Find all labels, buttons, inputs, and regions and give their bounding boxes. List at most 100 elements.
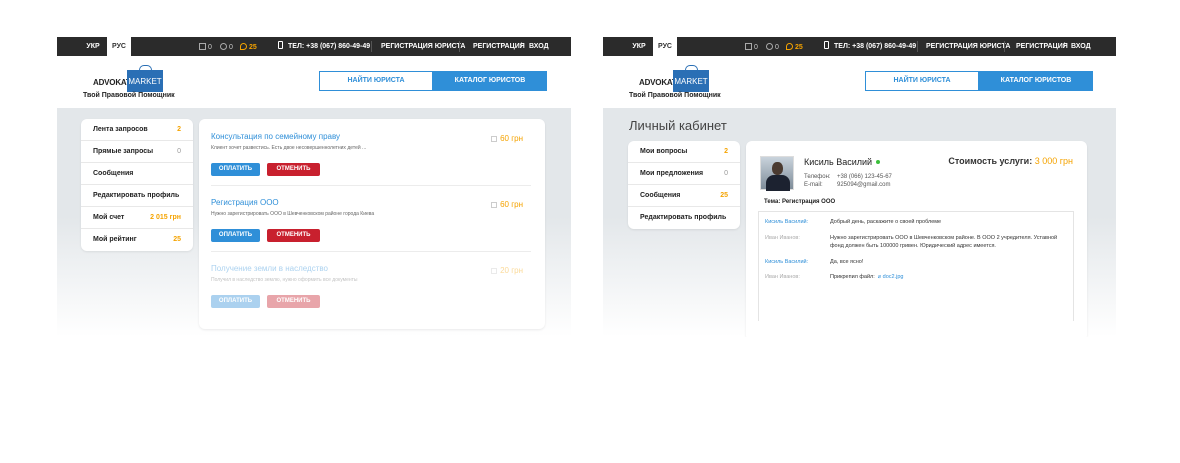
- sidebar-item-edit-profile[interactable]: Редактировать профиль: [81, 185, 193, 207]
- message-text: Добрый день, раскажите о своей проблеме: [830, 219, 942, 225]
- login-link[interactable]: ВХОД: [529, 37, 549, 56]
- sidebar-item-my-account[interactable]: Мой счет 2 015 грн: [81, 207, 193, 229]
- phone-number: ТЕЛ: +38 (067) 860-49-49: [824, 37, 916, 56]
- sidebar-item-messages[interactable]: Сообщения 25: [628, 185, 740, 207]
- screen-personal-cabinet: УКР РУС 0 0 25 ТЕЛ: +38 (067) 860-49-49 …: [603, 37, 1116, 337]
- logo[interactable]: ADVOKAT MARKET Твой Правовой Помощник: [83, 65, 183, 101]
- login-link[interactable]: ВХОД: [1071, 37, 1091, 56]
- site-header: ADVOKAT MARKET Твой Правовой Помощник НА…: [603, 56, 1116, 108]
- requests-panel: Консультация по семейному праву Клиент х…: [199, 119, 545, 329]
- register-link[interactable]: РЕГИСТРАЦИЯ: [1016, 37, 1068, 56]
- avatar[interactable]: [760, 156, 794, 191]
- logo[interactable]: ADVOKAT MARKET Твой Правовой Помощник: [629, 65, 729, 101]
- lawyer-catalog-button[interactable]: КАТАЛОГ ЮРИСТОВ: [433, 71, 547, 91]
- warnings-counter[interactable]: 0: [766, 43, 779, 51]
- find-lawyer-button[interactable]: НАЙТИ ЮРИСТА: [319, 71, 433, 91]
- sidebar-item-my-questions[interactable]: Мои вопросы 2: [628, 141, 740, 163]
- phone-icon: [824, 41, 829, 49]
- message-author: Иван Иванов:: [765, 274, 800, 280]
- request-description: Нужно зарегистрировать ООО в Шевченковск…: [211, 211, 375, 217]
- documents-counter[interactable]: 0: [199, 43, 212, 51]
- phone-number: ТЕЛ: +38 (067) 860-49-49: [278, 37, 370, 56]
- email-value: 925094@gmail.com: [837, 182, 891, 188]
- find-lawyer-button[interactable]: НАЙТИ ЮРИСТА: [865, 71, 979, 91]
- sidebar-item-edit-profile[interactable]: Редактировать профиль: [628, 207, 740, 229]
- logo-tagline: Твой Правовой Помощник: [83, 92, 175, 99]
- divider: [371, 41, 372, 52]
- lawyer-catalog-button[interactable]: КАТАЛОГ ЮРИСТОВ: [979, 71, 1093, 91]
- sidebar-item-requests-feed[interactable]: Лента запросов 2: [81, 119, 193, 141]
- register-link[interactable]: РЕГИСТРАЦИЯ: [473, 37, 525, 56]
- request-title[interactable]: Получение земли в наследство: [211, 264, 531, 273]
- message-author: Кисиль Василий:: [765, 219, 809, 225]
- slash-separator: /: [520, 43, 522, 50]
- site-header: ADVOKAT MARKET Твой Правовой Помощник НА…: [57, 56, 571, 108]
- lang-ukr-link[interactable]: УКР: [82, 37, 104, 56]
- conversation-topic: Тема: Регистрация ООО: [764, 199, 836, 205]
- sidebar-item-direct-requests[interactable]: Прямые запросы 0: [81, 141, 193, 163]
- sidebar-item-my-offers[interactable]: Мои предложения 0: [628, 163, 740, 185]
- message-text: Прикрепил файл:: [830, 274, 875, 280]
- lang-rus-link[interactable]: РУС: [653, 37, 677, 56]
- chat-bubble-icon: [786, 43, 793, 50]
- briefcase-icon: MARKET: [127, 65, 163, 92]
- screen-lawyer-dashboard: УКР РУС 0 0 25 ТЕЛ: +38 (067) 860-49-49 …: [57, 37, 571, 337]
- top-bar: УКР РУС 0 0 25 ТЕЛ: +38 (067) 860-49-49 …: [57, 37, 571, 56]
- divider: [459, 41, 460, 52]
- register-lawyer-link[interactable]: РЕГИСТРАЦИЯ ЮРИСТА: [381, 37, 465, 56]
- cancel-button[interactable]: ОТМЕНИТЬ: [267, 229, 320, 242]
- messages-counter[interactable]: 25: [240, 43, 257, 51]
- register-lawyer-link[interactable]: РЕГИСТРАЦИЯ ЮРИСТА: [926, 37, 1010, 56]
- contact-info: Телефон: +38 (066) 123-45-67 E-mail: 92509…: [804, 174, 892, 188]
- online-status-icon: [876, 160, 881, 164]
- sidebar-menu: Лента запросов 2 Прямые запросы 0 Сообщени…: [81, 119, 193, 251]
- document-icon: [199, 43, 206, 50]
- request-price: 60 грн: [491, 134, 523, 143]
- divider: [1004, 41, 1005, 52]
- wallet-icon: [491, 136, 498, 142]
- request-description: Получил в наследство землю, нужно оформи…: [211, 277, 358, 283]
- lawyer-name[interactable]: Кисиль Василий: [804, 157, 881, 167]
- request-card: Консультация по семейному праву Клиент х…: [211, 132, 531, 176]
- pay-button[interactable]: ОПЛАТИТЬ: [211, 163, 260, 176]
- divider: [917, 41, 918, 52]
- slash-separator: /: [1063, 43, 1065, 50]
- request-title[interactable]: Консультация по семейному праву: [211, 132, 531, 141]
- message-author: Кисиль Василий:: [765, 259, 809, 265]
- divider: [211, 185, 531, 186]
- request-price: 60 грн: [491, 200, 523, 209]
- documents-counter[interactable]: 0: [745, 43, 758, 51]
- request-title[interactable]: Регистрация ООО: [211, 198, 531, 207]
- question-icon: [220, 43, 227, 50]
- cancel-button[interactable]: ОТМЕНИТЬ: [267, 295, 320, 308]
- question-icon: [766, 43, 773, 50]
- lang-ukr-link[interactable]: УКР: [628, 37, 650, 56]
- phone-value: +38 (066) 123-45-67: [837, 174, 892, 180]
- message-text: Да, все ясно!: [830, 259, 864, 265]
- sidebar-item-my-rating[interactable]: Мой рейтинг 25: [81, 229, 193, 251]
- cancel-button[interactable]: ОТМЕНИТЬ: [267, 163, 320, 176]
- sidebar-item-messages[interactable]: Сообщения: [81, 163, 193, 185]
- wallet-icon: [491, 268, 498, 274]
- request-card: Получение земли в наследство Получил в н…: [211, 264, 531, 308]
- request-card: Регистрация ООО Нужно зарегистрировать О…: [211, 198, 531, 242]
- message-text: Нужно зарегистрировать ООО в Шевченковск…: [830, 235, 1058, 249]
- chat-bubble-icon: [240, 43, 247, 50]
- message-author: Иван Иванов:: [765, 235, 800, 241]
- request-description: Клиент хочет развестись. Есть двое несов…: [211, 145, 367, 151]
- top-bar: УКР РУС 0 0 25 ТЕЛ: +38 (067) 860-49-49 …: [603, 37, 1116, 56]
- divider: [211, 251, 531, 252]
- briefcase-icon: MARKET: [673, 65, 709, 92]
- pay-button[interactable]: ОПЛАТИТЬ: [211, 295, 260, 308]
- logo-tagline: Твой Правовой Помощник: [629, 92, 721, 99]
- lang-rus-link[interactable]: РУС: [107, 37, 131, 56]
- warnings-counter[interactable]: 0: [220, 43, 233, 51]
- sidebar-menu: Мои вопросы 2 Мои предложения 0 Сообщения 2…: [628, 141, 740, 229]
- phone-icon: [278, 41, 283, 49]
- attachment-link[interactable]: ⌀ doc2.jpg: [878, 274, 904, 280]
- document-icon: [745, 43, 752, 50]
- pay-button[interactable]: ОПЛАТИТЬ: [211, 229, 260, 242]
- messages-counter[interactable]: 25: [786, 43, 803, 51]
- message-thread: Кисиль Василий: Добрый день, раскажите о…: [758, 211, 1074, 321]
- request-price: 20 грн: [491, 266, 523, 275]
